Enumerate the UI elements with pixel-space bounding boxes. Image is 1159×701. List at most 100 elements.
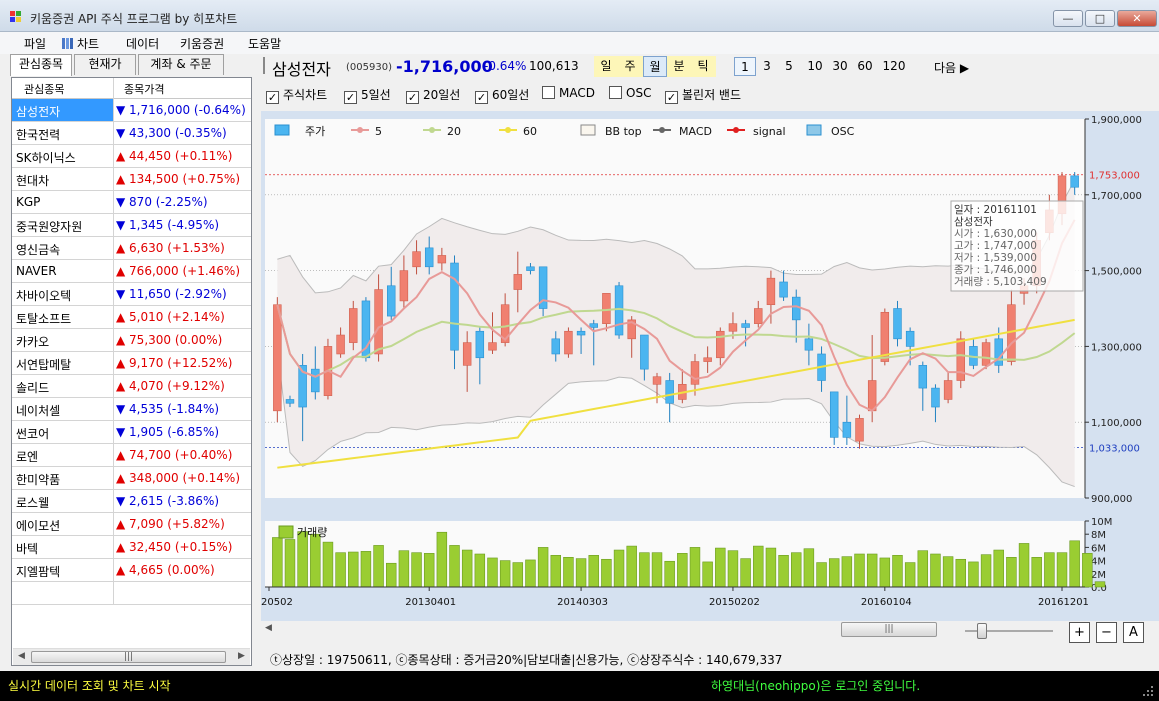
candle — [943, 380, 953, 400]
table-row[interactable]: 중국원양자원 ▼ 1,345 (-4.95%) — [12, 214, 251, 237]
candle — [1007, 304, 1016, 362]
chart-scroll-thumb[interactable]: ||| — [841, 622, 937, 637]
checkbox-icon[interactable]: ✓ — [344, 91, 357, 104]
table-row[interactable]: SK하이닉스 ▲ 44,450 (+0.11%) — [12, 145, 251, 168]
resize-grip-icon[interactable] — [1143, 686, 1153, 696]
zoom-slider[interactable] — [965, 623, 1055, 639]
volume-bar — [373, 545, 384, 588]
checkbox-icon[interactable]: ✓ — [475, 91, 488, 104]
next-button[interactable]: 다음 ▶ — [934, 59, 969, 76]
minute-5[interactable]: 5 — [778, 57, 800, 76]
legend-marker — [357, 127, 363, 133]
check-osc[interactable]: OSC — [609, 86, 651, 104]
checkbox-icon[interactable] — [609, 86, 622, 99]
menu-file[interactable]: 파일 — [24, 35, 46, 52]
volume-bar — [942, 556, 954, 588]
table-row[interactable]: 토탈소프트 ▲ 5,010 (+2.14%) — [12, 306, 251, 329]
app-icon — [10, 11, 23, 22]
chart-hscrollbar[interactable]: ◀ ||| — [261, 622, 945, 637]
check-ma60[interactable]: ✓ 60일선 — [475, 86, 529, 104]
scroll-right-icon[interactable]: ▶ — [238, 651, 245, 661]
scroll-left-icon[interactable]: ◀ — [18, 651, 25, 661]
checkbox-icon[interactable]: ✓ — [665, 91, 678, 104]
zoom-auto-button[interactable]: A — [1123, 622, 1144, 643]
period-month[interactable]: 월 — [643, 56, 667, 77]
volume-bar — [601, 558, 612, 588]
volume-bar — [727, 550, 739, 588]
row-stock-price: ▲ 6,630 (+1.53%) — [116, 241, 225, 255]
table-row[interactable]: 삼성전자 ▼ 1,716,000 (-0.64%) — [12, 99, 251, 122]
period-minute[interactable]: 분 — [667, 56, 691, 77]
row-stock-name: 서연탑메탈 — [16, 358, 72, 372]
minute-10[interactable]: 10 — [803, 57, 827, 76]
table-row[interactable]: 에이모션 ▲ 7,090 (+5.82%) — [12, 513, 251, 536]
table-row[interactable]: 썬코어 ▼ 1,905 (-6.85%) — [12, 421, 251, 444]
volume-y-tick-label: 6M — [1091, 543, 1106, 554]
table-row[interactable]: 차바이오텍 ▼ 11,650 (-2.92%) — [12, 283, 251, 306]
menu-help[interactable]: 도움말 — [248, 35, 281, 52]
checkbox-icon[interactable] — [542, 86, 555, 99]
row-stock-price: ▲ 348,000 (+0.14%) — [116, 471, 241, 485]
table-row[interactable]: 서연탑메탈 ▲ 9,170 (+12.52%) — [12, 352, 251, 375]
check-ma5[interactable]: ✓ 5일선 — [344, 86, 391, 104]
maximize-button[interactable]: □ — [1085, 10, 1115, 27]
table-row[interactable]: 로엔 ▲ 74,700 (+0.40%) — [12, 444, 251, 467]
row-stock-price: ▲ 5,010 (+2.14%) — [116, 310, 225, 324]
table-row[interactable]: KGP ▼ 870 (-2.25%) — [12, 191, 251, 214]
minute-120[interactable]: 120 — [879, 57, 909, 76]
candle — [462, 342, 472, 366]
minimize-button[interactable]: — — [1053, 10, 1083, 27]
minute-30[interactable]: 30 — [828, 57, 852, 76]
row-stock-price: ▲ 7,090 (+5.82%) — [116, 517, 225, 531]
check-ma20[interactable]: ✓ 20일선 — [406, 86, 460, 104]
legend-label: BB top — [605, 125, 642, 138]
table-row[interactable]: 현대차 ▲ 134,500 (+0.75%) — [12, 168, 251, 191]
table-row[interactable]: NAVER ▲ 766,000 (+1.46%) — [12, 260, 251, 283]
tab-watchlist[interactable]: 관심종목 — [10, 54, 72, 76]
volume-bar — [297, 531, 308, 588]
minute-3[interactable]: 3 — [756, 57, 778, 76]
period-tick[interactable]: 틱 — [691, 56, 715, 77]
checkbox-icon[interactable]: ✓ — [266, 91, 279, 104]
scroll-thumb[interactable]: ||| — [31, 651, 226, 663]
table-row[interactable]: 솔리드 ▲ 4,070 (+9.12%) — [12, 375, 251, 398]
row-stock-price: ▲ 9,170 (+12.52%) — [116, 356, 233, 370]
check-macd[interactable]: MACD — [542, 86, 595, 104]
watchlist-hscrollbar[interactable]: ◀ ||| ▶ — [13, 648, 250, 665]
table-row[interactable]: 영신금속 ▲ 6,630 (+1.53%) — [12, 237, 251, 260]
candle — [792, 296, 801, 321]
volume-bar — [1056, 552, 1068, 588]
tooltip-line: 저가 : 1,539,000 — [954, 252, 1037, 264]
tab-account-order[interactable]: 계좌 & 주문 — [138, 54, 224, 75]
period-day[interactable]: 일 — [594, 56, 618, 77]
volume-legend-label: 거래량 — [297, 526, 327, 539]
check-bollinger[interactable]: ✓ 볼린저 밴드 — [665, 86, 741, 104]
check-stock-chart[interactable]: ✓ 주식차트 — [266, 86, 327, 104]
tab-current-price[interactable]: 현재가 — [74, 54, 136, 75]
close-button[interactable]: ✕ — [1117, 10, 1157, 27]
menu-kiwoom[interactable]: 키움증권 — [180, 35, 224, 52]
table-row[interactable]: 한미약품 ▲ 348,000 (+0.14%) — [12, 467, 251, 490]
checkbox-icon[interactable]: ✓ — [406, 91, 419, 104]
table-row[interactable]: 로스웰 ▼ 2,615 (-3.86%) — [12, 490, 251, 513]
chart-scroll-left-icon[interactable]: ◀ — [265, 623, 272, 633]
minute-1[interactable]: 1 — [734, 57, 756, 76]
volume-y-tick-label: 10M — [1091, 517, 1112, 528]
table-row[interactable] — [12, 582, 251, 605]
chart-svg[interactable]: 1,900,000 1,700,000 1,500,000 1,300,000 1,10… — [261, 111, 1159, 621]
volume-bar — [651, 552, 663, 588]
menu-data[interactable]: 데이터 — [126, 35, 159, 52]
table-row[interactable]: 네이처셀 ▼ 4,535 (-1.84%) — [12, 398, 251, 421]
y-tick-label: 900,000 — [1091, 494, 1132, 505]
zoom-out-button[interactable]: − — [1096, 622, 1117, 643]
zoom-thumb[interactable] — [977, 623, 987, 639]
candle — [387, 285, 396, 317]
table-row[interactable]: 지엘팜텍 ▲ 4,665 (0.00%) — [12, 559, 251, 582]
table-row[interactable]: 바텍 ▲ 32,450 (+0.15%) — [12, 536, 251, 559]
table-row[interactable]: 카카오 ▲ 75,300 (0.00%) — [12, 329, 251, 352]
zoom-in-button[interactable]: + — [1069, 622, 1090, 643]
table-row[interactable]: 한국전력 ▼ 43,300 (-0.35%) — [12, 122, 251, 145]
minute-60[interactable]: 60 — [853, 57, 877, 76]
period-week[interactable]: 주 — [618, 56, 642, 77]
menu-chart[interactable]: 차트 — [62, 35, 99, 52]
